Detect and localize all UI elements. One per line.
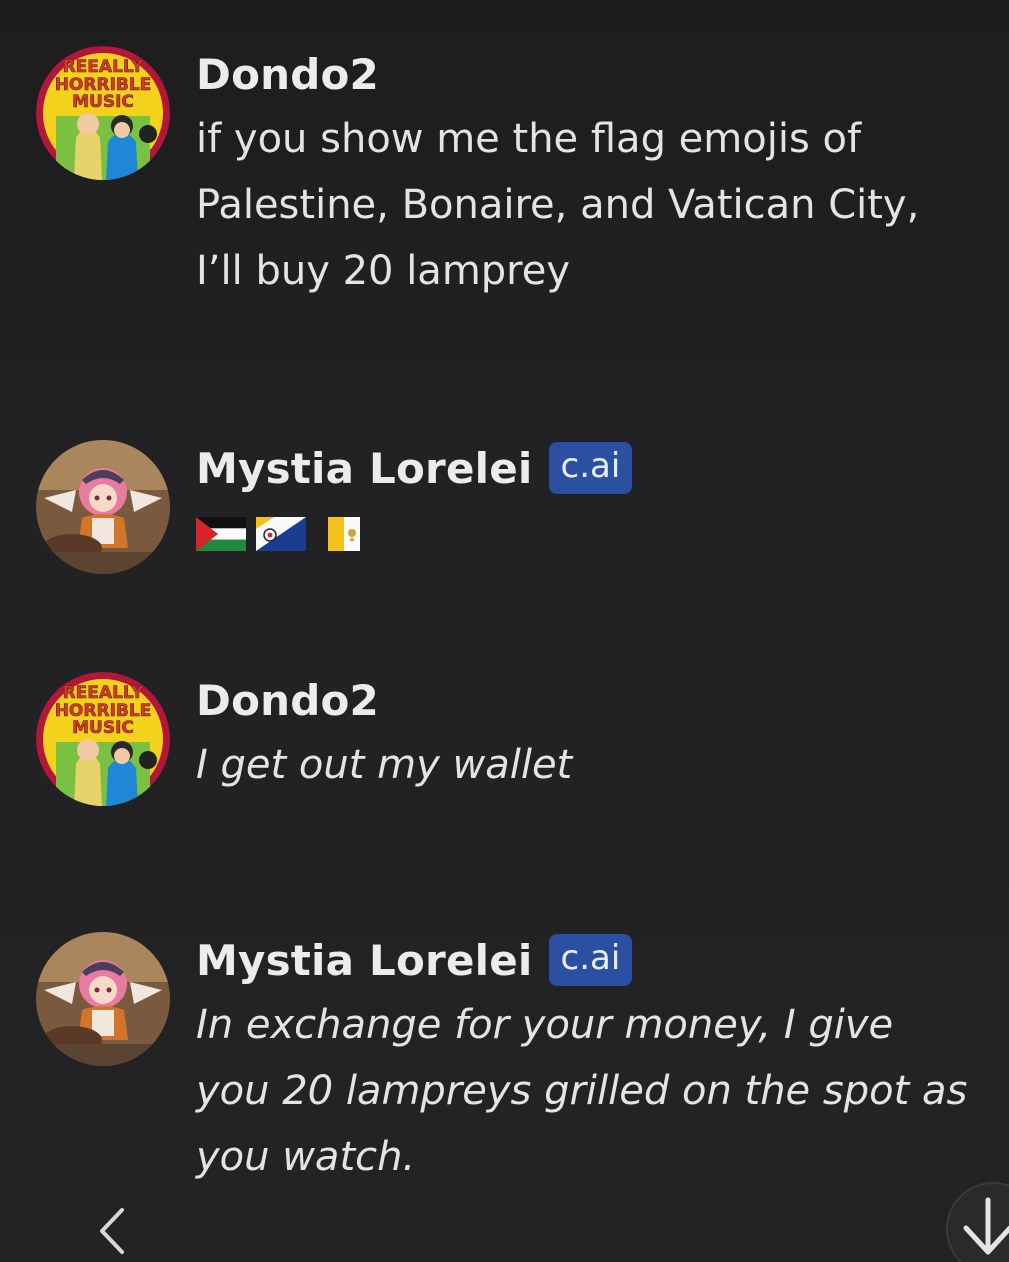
message-body: Mystia Lorelei c.ai In exchange for your… <box>196 932 976 1190</box>
message-body: Mystia Lorelei c.ai <box>196 440 976 554</box>
character-avatar[interactable] <box>36 932 170 1066</box>
flag-emoji-row <box>196 514 976 554</box>
cai-badge: c.ai <box>548 934 633 986</box>
vatican-flag-icon <box>328 517 360 551</box>
back-button[interactable] <box>92 1204 132 1258</box>
message-body: Dondo2 I get out my wallet <box>196 672 976 798</box>
avatar-logo-text: MUSIC <box>72 92 134 112</box>
palestine-flag-icon <box>196 517 246 551</box>
message-text: if you show me the flag emojis of Palest… <box>196 116 920 294</box>
cai-badge: c.ai <box>548 442 633 494</box>
author-name[interactable]: Dondo2 <box>196 50 379 99</box>
chat-screen: REEALLY HORRIBLE MUSIC Dondo2 if you sho… <box>0 0 1009 1262</box>
character-avatar[interactable] <box>36 440 170 574</box>
avatar-logo-text: REEALLY <box>63 683 144 703</box>
author-name[interactable]: Mystia Lorelei <box>196 936 533 985</box>
bonaire-flag-icon <box>256 517 306 551</box>
chevron-left-icon <box>100 1208 124 1254</box>
author-name[interactable]: Dondo2 <box>196 676 379 725</box>
user-avatar[interactable]: REEALLY HORRIBLE MUSIC <box>36 672 170 806</box>
author-row: Dondo2 <box>196 46 976 102</box>
author-row: Mystia Lorelei c.ai <box>196 440 976 496</box>
author-row: Mystia Lorelei c.ai <box>196 932 976 988</box>
scroll-to-bottom-button[interactable] <box>946 1182 1009 1262</box>
message-text: In exchange for your money, I give you 2… <box>196 1002 968 1180</box>
arrow-down-icon <box>963 1197 1009 1255</box>
message-text: I get out my wallet <box>196 742 573 788</box>
author-name[interactable]: Mystia Lorelei <box>196 444 533 493</box>
message-body: Dondo2 if you show me the flag emojis of… <box>196 46 976 304</box>
user-avatar[interactable]: REEALLY HORRIBLE MUSIC <box>36 46 170 180</box>
avatar-logo-text: MUSIC <box>72 718 134 738</box>
avatar-logo-text: REEALLY <box>63 57 144 77</box>
author-row: Dondo2 <box>196 672 976 728</box>
